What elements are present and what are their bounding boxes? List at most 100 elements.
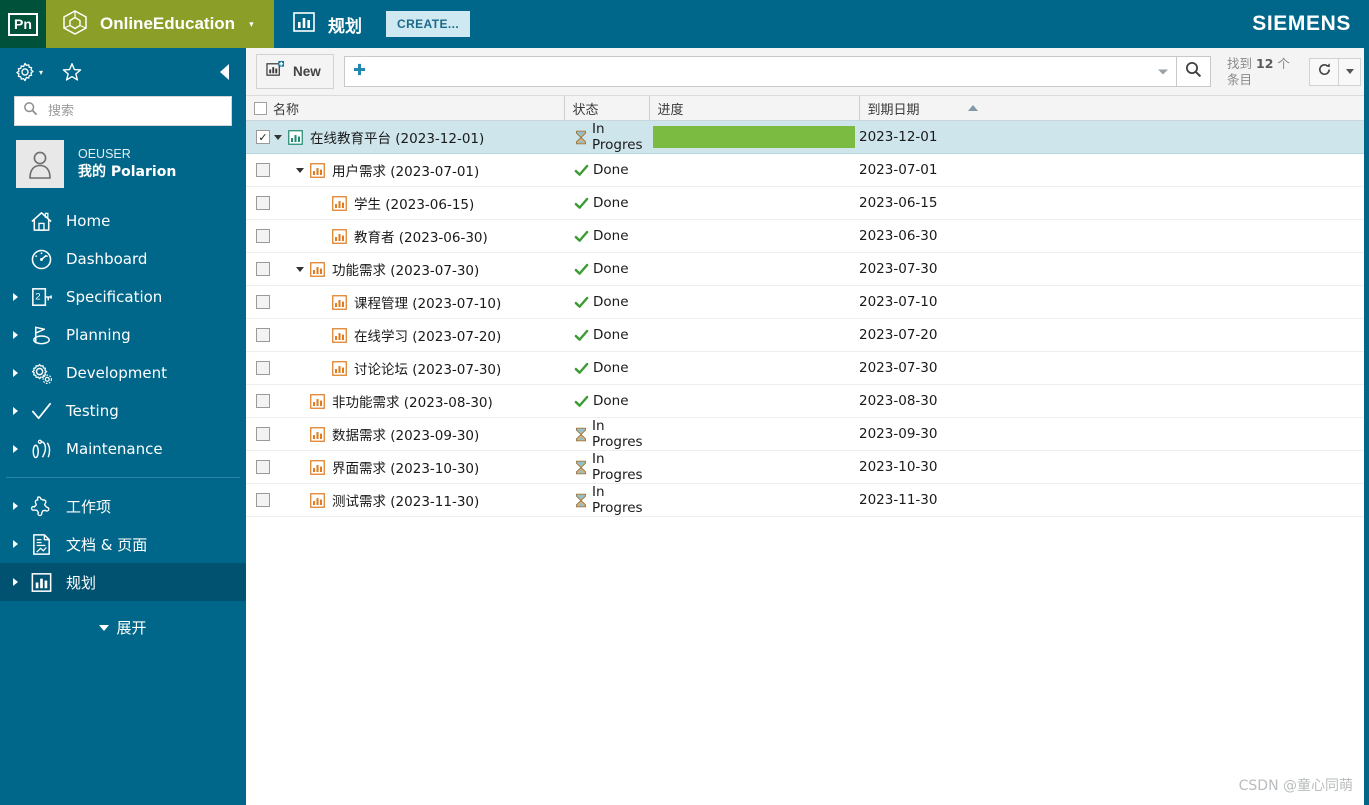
cell-status: Done (564, 186, 649, 220)
nav-planning-section[interactable]: 规划 (274, 0, 380, 48)
column-header-name[interactable]: 名称 (246, 96, 564, 121)
column-header-status[interactable]: 状态 (563, 96, 649, 121)
sidebar-item-development[interactable]: Development (0, 354, 246, 392)
table-row[interactable]: 教育者 (2023-06-30) Done 2023-06-30 (246, 219, 1369, 253)
row-checkbox[interactable] (256, 262, 270, 276)
sidebar-item-workitems[interactable]: 工作项 (0, 487, 246, 525)
create-button[interactable]: CREATE... (386, 11, 471, 37)
plan-chart-icon-orange (332, 294, 347, 310)
expand-all-button[interactable]: 展开 (0, 601, 246, 638)
column-header-progress[interactable]: 进度 (648, 96, 859, 121)
row-status-label: Done (593, 162, 629, 178)
table-row[interactable]: ✓ 在线教育平台 (2023-12-01) In Progres 2023-12-01 (246, 120, 1369, 154)
table-row[interactable]: 在线学习 (2023-07-20) Done 2023-07-20 (246, 318, 1369, 352)
query-input[interactable] (371, 63, 1168, 80)
row-checkbox[interactable] (256, 229, 270, 243)
row-checkbox[interactable] (256, 163, 270, 177)
chevron-down-icon[interactable] (1158, 69, 1168, 74)
row-name-label: 在线教育平台 (2023-12-01) (310, 131, 485, 147)
sidebar-divider (6, 477, 240, 478)
table-row[interactable]: 学生 (2023-06-15) Done 2023-06-15 (246, 186, 1369, 220)
table-row[interactable]: 测试需求 (2023-11-30) In Progres 2023-11-30 (246, 483, 1369, 517)
expand-arrow-icon[interactable] (6, 445, 24, 453)
favorite-star-icon[interactable] (61, 61, 83, 83)
cell-name: 用户需求 (2023-07-01) (246, 153, 564, 187)
search-button[interactable] (1177, 56, 1211, 87)
cell-status: In Progres (564, 483, 649, 517)
expand-arrow-icon[interactable] (6, 331, 24, 339)
sidebar-item-planning-cn[interactable]: 规划 (0, 563, 246, 601)
check-icon (574, 328, 589, 343)
expand-arrow-icon[interactable] (6, 578, 24, 586)
row-checkbox[interactable] (256, 361, 270, 375)
collapse-row-toggle[interactable] (292, 167, 308, 173)
plan-chart-icon-orange (332, 228, 347, 244)
select-all-checkbox[interactable] (254, 101, 267, 115)
cell-progress (649, 351, 859, 385)
results-count-prefix: 找到 (1227, 55, 1253, 71)
nav-planning-label: 规划 (328, 16, 362, 37)
sidebar-item-planning[interactable]: Planning (0, 316, 246, 354)
cell-status: Done (564, 351, 649, 385)
sidebar-item-specification[interactable]: 2 Specification (0, 278, 246, 316)
sidebar-item-dashboard[interactable]: Dashboard (0, 240, 246, 278)
sidebar-item-home[interactable]: Home (0, 202, 246, 240)
row-checkbox[interactable]: ✓ (256, 130, 270, 144)
settings-gear-icon[interactable]: ▾ (14, 61, 43, 83)
row-checkbox[interactable] (256, 493, 270, 507)
add-criteria-icon[interactable] (353, 63, 366, 81)
row-name-label: 数据需求 (2023-09-30) (332, 428, 480, 444)
cell-due-date: 2023-12-01 (859, 120, 1369, 154)
cell-status: Done (564, 318, 649, 352)
sidebar-search-box[interactable] (14, 96, 232, 126)
refresh-options-button[interactable] (1339, 57, 1361, 86)
app-logo[interactable]: Pn (0, 0, 46, 48)
sidebar-item-documents-pages[interactable]: 文档 & 页面 (0, 525, 246, 563)
user-profile[interactable]: OEUSER 我的 Polarion (0, 126, 246, 198)
refresh-button[interactable] (1309, 57, 1339, 86)
table-row[interactable]: 非功能需求 (2023-08-30) Done 2023-08-30 (246, 384, 1369, 418)
sidebar-item-maintenance[interactable]: Maintenance (0, 430, 246, 468)
search-icon (1185, 61, 1202, 83)
search-input[interactable] (46, 102, 223, 120)
check-icon (574, 163, 589, 178)
row-status-label: In Progres (592, 418, 643, 450)
cell-name: 讨论论坛 (2023-07-30) (246, 351, 564, 385)
cell-progress (649, 219, 859, 253)
sort-ascending-icon[interactable] (967, 105, 978, 111)
expand-all-label: 展开 (116, 619, 147, 637)
project-selector[interactable]: OnlineEducation ▾ (46, 0, 274, 48)
expand-arrow-icon[interactable] (6, 407, 24, 415)
row-checkbox[interactable] (256, 460, 270, 474)
row-checkbox[interactable] (256, 427, 270, 441)
check-icon (574, 394, 589, 409)
cell-name: 功能需求 (2023-07-30) (246, 252, 564, 286)
table-row[interactable]: 讨论论坛 (2023-07-30) Done 2023-07-30 (246, 351, 1369, 385)
expand-arrow-icon[interactable] (6, 540, 24, 548)
query-input-box[interactable] (343, 56, 1177, 87)
collapse-sidebar-icon[interactable] (218, 63, 232, 81)
hourglass-icon (574, 460, 588, 475)
table-row[interactable]: 数据需求 (2023-09-30) In Progres 2023-09-30 (246, 417, 1369, 451)
cell-due-date: 2023-08-30 (859, 384, 1369, 418)
table-row[interactable]: 界面需求 (2023-10-30) In Progres 2023-10-30 (246, 450, 1369, 484)
collapse-row-toggle[interactable] (270, 134, 286, 140)
expand-arrow-icon[interactable] (6, 293, 24, 301)
plans-table: 名称 状态 进度 到期日期 ✓ 在线教育平台 (2023-12-01) In P… (246, 96, 1369, 517)
sidebar-nav-primary: Home Dashboard 2 Specification Planning … (0, 202, 246, 601)
table-row[interactable]: 课程管理 (2023-07-10) Done 2023-07-10 (246, 285, 1369, 319)
cell-progress (649, 153, 859, 187)
table-row[interactable]: 用户需求 (2023-07-01) Done 2023-07-01 (246, 153, 1369, 187)
column-header-due-date[interactable]: 到期日期 (858, 96, 1369, 121)
table-row[interactable]: 功能需求 (2023-07-30) Done 2023-07-30 (246, 252, 1369, 286)
collapse-row-toggle[interactable] (292, 266, 308, 272)
expand-arrow-icon[interactable] (6, 369, 24, 377)
row-checkbox[interactable] (256, 196, 270, 210)
new-button[interactable]: New (256, 54, 334, 89)
sidebar-item-testing[interactable]: Testing (0, 392, 246, 430)
row-checkbox[interactable] (256, 394, 270, 408)
row-checkbox[interactable] (256, 328, 270, 342)
row-checkbox[interactable] (256, 295, 270, 309)
expand-arrow-icon[interactable] (6, 502, 24, 510)
cell-name: 课程管理 (2023-07-10) (246, 285, 564, 319)
